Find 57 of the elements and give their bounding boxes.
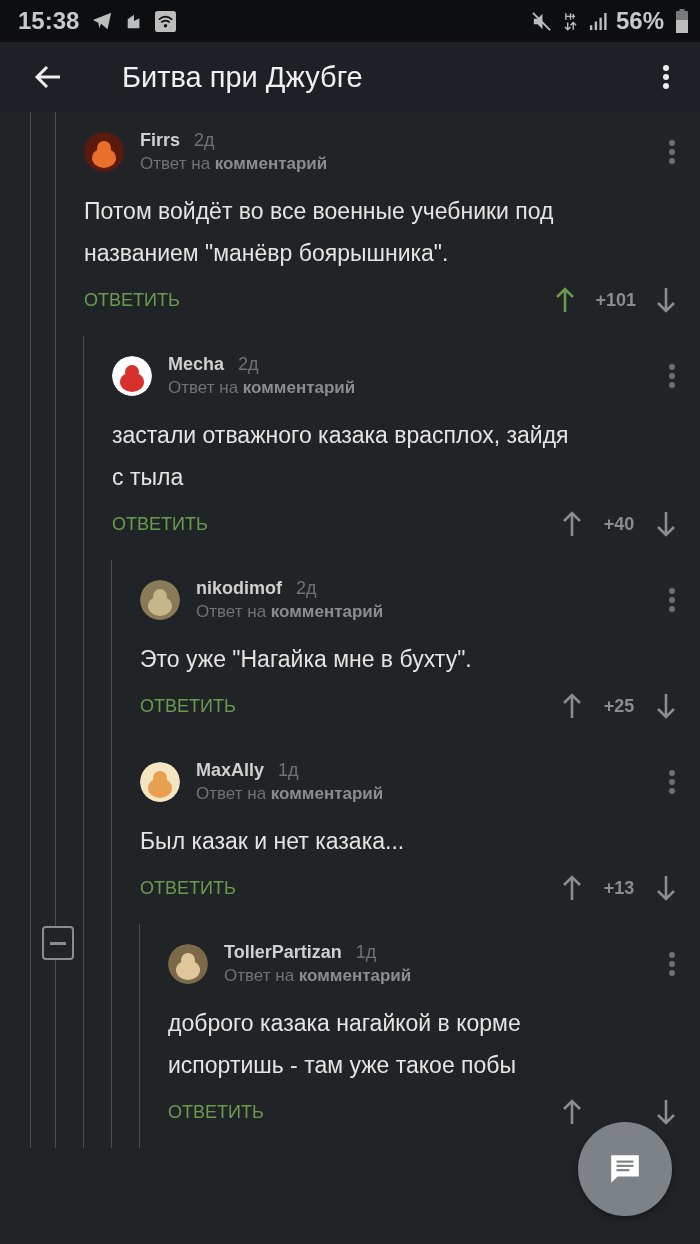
avatar (112, 356, 152, 396)
reply-button[interactable]: ОТВЕТИТЬ (84, 289, 556, 311)
reply-reference: Ответ на комментарий (140, 154, 329, 174)
upvote-icon[interactable] (562, 511, 582, 537)
vote-count: +25 (602, 695, 636, 717)
author-name[interactable]: Mecha (168, 354, 225, 375)
author-name[interactable]: Firrs (140, 130, 181, 151)
reply-reference: Ответ на комментарий (196, 784, 385, 804)
comment-age: 2д (194, 130, 215, 151)
reply-button[interactable]: ОТВЕТИТЬ (168, 1101, 562, 1123)
author-name[interactable]: MaxAlly (196, 760, 265, 781)
comment-text: доброго казака нагайкой в корме испортишь - там уже такое побы (168, 1009, 522, 1080)
clock: 15:38 (18, 7, 80, 35)
page-title: Битва при Джубге (122, 60, 364, 94)
back-icon[interactable] (34, 65, 62, 89)
mute-icon (530, 10, 552, 32)
send-icon (91, 10, 114, 32)
downvote-icon[interactable] (656, 287, 676, 313)
battery-level: 56% (615, 7, 664, 35)
network-type-icon (563, 10, 577, 32)
collapse-button[interactable] (42, 926, 74, 960)
upvote-icon[interactable] (555, 287, 576, 313)
reply-reference: Ответ на комментарий (224, 966, 413, 986)
comment-age: 1д (355, 942, 377, 963)
avatar (140, 580, 180, 620)
reply-reference: Ответ на комментарий (168, 378, 357, 398)
comment-age: 2д (238, 354, 259, 375)
downvote-icon[interactable] (656, 1099, 676, 1125)
avatar (168, 944, 208, 984)
author-name[interactable]: TollerPartizan (224, 942, 342, 963)
reply-button[interactable]: ОТВЕТИТЬ (112, 513, 562, 535)
downvote-icon[interactable] (656, 693, 676, 719)
reply-reference: Ответ на комментарий (196, 602, 385, 622)
comment-text: Потом войдёт во все военные учебники под названием "манёвр боярышника". (84, 197, 555, 268)
comment-text: застали отважного казака врасплох, зайдя с тыла (112, 421, 570, 492)
avatar (84, 132, 124, 172)
comment-age: 1д (278, 760, 299, 781)
reply-button[interactable]: ОТВЕТИТЬ (140, 877, 562, 899)
battery-icon (676, 9, 688, 33)
more-icon[interactable] (662, 64, 670, 90)
downvote-icon[interactable] (656, 875, 676, 901)
vote-count: +101 (595, 289, 636, 311)
upvote-icon[interactable] (562, 1099, 582, 1125)
reply-button[interactable]: ОТВЕТИТЬ (140, 695, 562, 717)
upvote-icon[interactable] (562, 875, 582, 901)
upvote-icon[interactable] (562, 693, 582, 719)
vote-count: +13 (602, 877, 636, 899)
author-name[interactable]: nikodimof (196, 578, 282, 599)
message-icon (608, 1152, 642, 1186)
wifi-icon (155, 10, 177, 32)
comment-text: Это уже "Нагайка мне в бухту". (140, 645, 473, 674)
comment-text: Был казак и нет казака... (140, 827, 406, 856)
downvote-icon[interactable] (656, 511, 676, 537)
avatar (140, 762, 180, 802)
comment-age: 2д (296, 578, 317, 599)
signal-icon (588, 11, 608, 31)
vote-count: +40 (602, 513, 636, 535)
